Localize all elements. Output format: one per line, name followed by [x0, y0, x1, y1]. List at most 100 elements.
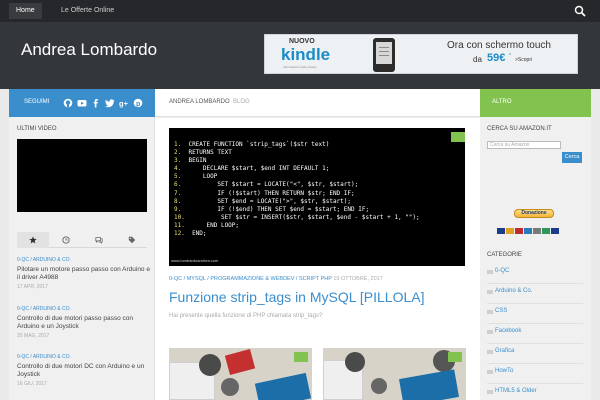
list-item[interactable]: 0-QC / ARDUINO & CO. Controllo di due mo… [17, 354, 151, 387]
video-player[interactable] [17, 139, 147, 212]
tab-recent[interactable] [50, 232, 82, 248]
category-item[interactable]: 0-QC [487, 264, 583, 284]
altro-label: ALTRO [492, 99, 512, 105]
amazon-search-input[interactable]: Cerca su Amazon [487, 141, 561, 149]
comments-icon [95, 237, 103, 244]
pinterest-icon[interactable]: p [133, 98, 143, 108]
category-item[interactable]: HTML5 & Older [487, 384, 583, 400]
clock-icon [62, 236, 70, 244]
seguimi-bar: SEGUIMI g+ p [9, 89, 155, 117]
post-thumbnail[interactable] [323, 348, 466, 400]
youtube-icon[interactable] [77, 98, 87, 108]
altro-bar: ALTRO [480, 89, 591, 117]
facebook-icon[interactable] [91, 98, 101, 108]
seguimi-label: SEGUIMI [24, 99, 50, 105]
category-label[interactable]: Arduino & Co. [495, 288, 532, 294]
twitter-icon[interactable] [105, 98, 115, 108]
post-date: 16 GIU, 2017 [17, 381, 47, 387]
code-line-number: 3. [174, 157, 189, 165]
post-title[interactable]: Controllo di due motori passo passo con … [17, 315, 151, 331]
category-label[interactable]: 0-QC [495, 268, 509, 274]
code-line-number: 1. [174, 141, 189, 148]
code-line: SET $start = LOCATE("<", $str, $start); [188, 181, 359, 189]
star-icon [29, 236, 37, 244]
tags-icon [128, 236, 136, 244]
code-line-number: 6. [174, 181, 189, 189]
sidebar-tabs [17, 232, 147, 248]
list-item[interactable]: 0-QC / ARDUINO & CO. Pilotare un motore … [17, 257, 151, 290]
category-item[interactable]: Arduino & Co. [487, 284, 583, 304]
payment-cards-icon [497, 221, 573, 234]
banner-da: da [473, 55, 482, 64]
nav-offerte-link[interactable]: Le Offerte Online [61, 3, 114, 19]
folder-icon [487, 330, 493, 334]
google-plus-icon[interactable]: g+ [119, 98, 129, 108]
left-sidebar: ULTIMI VIDEO 0-QC / ARDUINO & CO. Pilota… [9, 117, 155, 400]
github-icon[interactable] [63, 98, 73, 108]
category-item[interactable]: CSS [487, 304, 583, 324]
banner-kindle-logo: kindle [281, 45, 331, 64]
donate-button[interactable]: Donazione [514, 209, 554, 218]
code-line: LOOP [188, 173, 218, 181]
nav-home-link[interactable]: Home [9, 3, 42, 19]
code-line-number: 10. [174, 213, 193, 221]
list-item[interactable]: 0-QC / ARDUINO & CO. Controllo di due mo… [17, 306, 151, 339]
post-title[interactable]: Controllo di due motori DC con Arduino e… [17, 363, 151, 379]
post-category[interactable]: 0-QC / ARDUINO & CO. [17, 354, 151, 360]
search-icon[interactable] [574, 5, 586, 17]
post-category[interactable]: 0-QC / ARDUINO & CO. [17, 257, 151, 263]
code-line: DECLARE $start, $end INT DEFAULT 1; [188, 165, 330, 173]
code-line: CREATE FUNCTION `strip_tags`($str text) [188, 141, 330, 148]
code-line-number: 8. [174, 197, 189, 205]
banner-privacy-info[interactable]: Informazioni sulla privacy [283, 65, 317, 69]
folder-icon [487, 270, 493, 274]
main-content: 1. CREATE FUNCTION `strip_tags`($str tex… [155, 118, 480, 400]
folder-icon [487, 290, 493, 294]
breadcrumb-current: BLOG [233, 99, 250, 105]
post-date: 19 OTTOBRE, 2017 [333, 276, 383, 282]
code-line-number: 9. [174, 205, 189, 213]
svg-text:g+: g+ [119, 99, 129, 108]
code-image-url: www.lombardoandrea.com [171, 258, 219, 263]
category-item[interactable]: Facebook [487, 324, 583, 344]
banner-scopri-link[interactable]: >Scopri [515, 57, 532, 63]
folder-icon [487, 310, 493, 314]
tab-comments[interactable] [83, 232, 115, 248]
comment-count-badge[interactable] [294, 352, 308, 362]
code-line-number: 5. [174, 173, 189, 181]
folder-icon [487, 370, 493, 374]
code-line: END LOOP; [192, 221, 240, 229]
banner-nuovo: NUOVO [289, 38, 315, 45]
category-label[interactable]: HTML5 & Older [495, 388, 537, 394]
folder-icon [487, 350, 493, 354]
post-category[interactable]: 0-QC / ARDUINO & CO. [17, 306, 151, 312]
post-categories[interactable]: 0-QC / MYSQL / PROGRAMMAZIONE & WEBDEV /… [169, 276, 332, 282]
breadcrumb-home[interactable]: ANDREA LOMBARDO [169, 99, 230, 105]
banner-headline: Ora con schermo touch [447, 40, 551, 51]
site-title[interactable]: Andrea Lombardo [21, 40, 157, 60]
breadcrumb: ANDREA LOMBARDO BLOG [155, 89, 480, 117]
category-item[interactable]: HowTo [487, 364, 583, 384]
amazon-search-button[interactable]: Cerca [562, 152, 582, 163]
code-line: RETURNS TEXT [188, 149, 232, 157]
category-label[interactable]: Facebook [495, 328, 521, 334]
code-line: END; [192, 230, 207, 238]
tab-popular[interactable] [17, 232, 49, 248]
post-thumbnail[interactable] [169, 348, 312, 400]
categories-heading: CATEGORIE [487, 252, 522, 258]
top-navigation: Home Le Offerte Online [0, 0, 600, 22]
banner-price: 59€ [487, 52, 506, 64]
category-label[interactable]: HowTo [495, 368, 513, 374]
tab-tags[interactable] [116, 232, 148, 248]
featured-code-image[interactable]: 1. CREATE FUNCTION `strip_tags`($str tex… [169, 128, 465, 266]
comment-count-badge[interactable] [448, 352, 462, 362]
kindle-ad-banner[interactable]: NUOVO kindle Informazioni sulla privacy … [264, 34, 578, 74]
right-sidebar: CERCA SU AMAZON.IT Cerca su Amazon Cerca… [480, 117, 591, 400]
post-title[interactable]: Funzione strip_tags in MySQL [PILLOLA] [169, 289, 425, 305]
comment-count-badge[interactable] [451, 132, 465, 142]
amazon-search-heading: CERCA SU AMAZON.IT [487, 126, 552, 132]
post-title[interactable]: Pilotare un motore passo passo con Ardui… [17, 266, 151, 282]
category-label[interactable]: CSS [495, 308, 507, 314]
category-label[interactable]: Grafica [495, 348, 514, 354]
category-item[interactable]: Grafica [487, 344, 583, 364]
